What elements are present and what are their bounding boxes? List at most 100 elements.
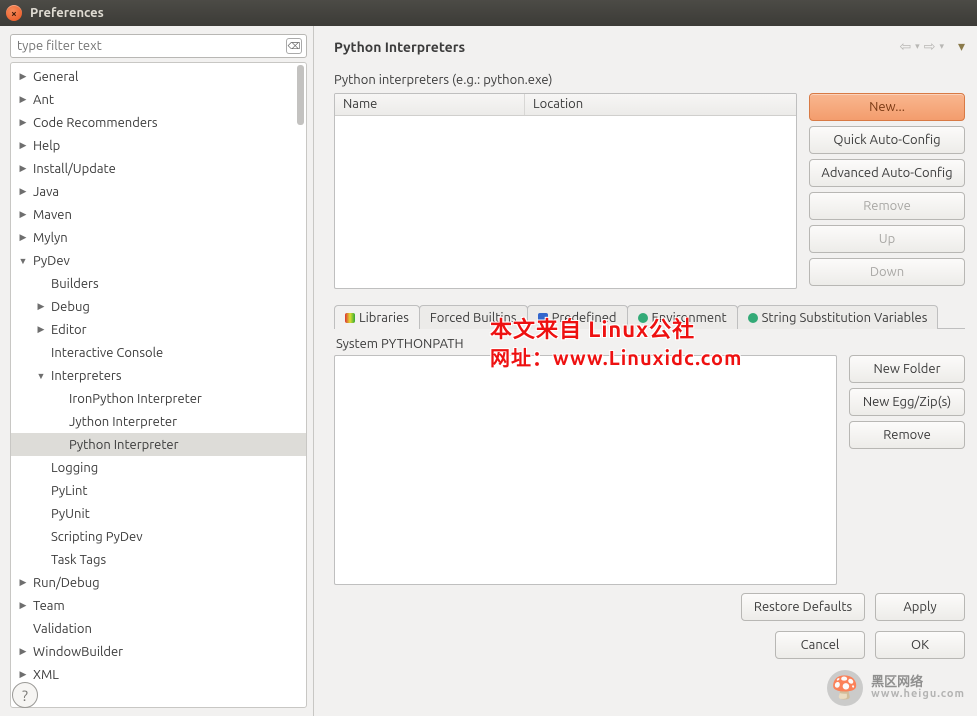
expand-arrow-icon[interactable]: ▶ [17,600,29,611]
expand-arrow-icon[interactable]: ▼ [35,371,47,381]
tab-predefined[interactable]: Predefined [527,305,628,329]
tree-item-label: Mylyn [33,231,68,245]
tree-item-validation[interactable]: Validation [11,617,306,640]
expand-arrow-icon[interactable]: ▶ [17,577,29,588]
expand-arrow-icon[interactable]: ▶ [35,324,47,335]
quick-auto-config-button[interactable]: Quick Auto-Config [809,126,965,154]
tree-item-ant[interactable]: ▶ Ant [11,88,306,111]
expand-arrow-icon[interactable]: ▶ [17,163,29,174]
subtitle-label: Python interpreters (e.g.: python.exe) [334,73,965,87]
remove-path-button[interactable]: Remove [849,421,965,449]
up-button[interactable]: Up [809,225,965,253]
expand-arrow-icon[interactable]: ▶ [17,646,29,657]
back-dropdown-icon[interactable]: ▾ [915,41,920,52]
expand-arrow-icon[interactable]: ▶ [17,209,29,220]
filter-wrap: ⌫ [10,34,307,58]
tree-item-maven[interactable]: ▶Maven [11,203,306,226]
tree-item-xml[interactable]: ▶XML [11,663,306,686]
tree-item-ironpython-interpreter[interactable]: IronPython Interpreter [11,387,306,410]
close-icon[interactable]: × [6,5,22,21]
new-folder-button[interactable]: New Folder [849,355,965,383]
advanced-auto-config-button[interactable]: Advanced Auto-Config [809,159,965,187]
expand-arrow-icon[interactable]: ▶ [17,140,29,151]
environment-icon [638,313,648,323]
tree-item-jython-interpreter[interactable]: Jython Interpreter [11,410,306,433]
filter-input[interactable] [10,34,307,58]
window-title: Preferences [30,6,104,20]
tree-item-team[interactable]: ▶ Team [11,594,306,617]
cancel-button[interactable]: Cancel [775,631,865,659]
tree-item-scripting-pydev[interactable]: Scripting PyDev [11,525,306,548]
tree-item-label: Ant [33,93,54,107]
back-icon[interactable]: ⇦ [899,38,911,55]
expand-arrow-icon[interactable]: ▶ [17,117,29,128]
tree-item-python-interpreter[interactable]: Python Interpreter [11,433,306,456]
pythonpath-list[interactable] [334,355,837,585]
tree-item-label: Debug [51,300,90,314]
expand-arrow-icon[interactable]: ▶ [17,94,29,105]
expand-arrow-icon[interactable]: ▼ [17,256,29,266]
interpreters-table[interactable]: Name Location [334,93,797,289]
scrollbar-handle[interactable] [297,65,304,125]
ok-button[interactable]: OK [875,631,965,659]
tree-item-interpreters[interactable]: ▼Interpreters [11,364,306,387]
expand-arrow-icon[interactable]: ▶ [17,232,29,243]
tree-item-task-tags[interactable]: Task Tags [11,548,306,571]
tree-item-label: Editor [51,323,87,337]
expand-arrow-icon[interactable]: ▶ [17,186,29,197]
tree-item-label: PyUnit [51,507,90,521]
tree-item-help[interactable]: ▶Help [11,134,306,157]
tab-forced-label: Forced Builtins [430,311,517,325]
help-icon[interactable]: ? [12,682,38,708]
tree-item-label: Code Recommenders [33,116,158,130]
apply-button[interactable]: Apply [875,593,965,621]
tab-forced-builtins[interactable]: Forced Builtins [419,305,528,329]
forward-icon[interactable]: ⇨ [924,38,936,55]
tree-item-mylyn[interactable]: ▶ Mylyn [11,226,306,249]
tab-environment[interactable]: Environment [627,305,738,329]
tab-libraries[interactable]: Libraries [334,305,420,329]
tree-item-label: Interactive Console [51,346,163,360]
down-button[interactable]: Down [809,258,965,286]
libraries-icon [345,313,355,323]
tree-item-label: Logging [51,461,98,475]
col-location[interactable]: Location [525,94,796,115]
tab-bar: Libraries Forced Builtins Predefined Env… [334,301,965,329]
tree-item-pydev[interactable]: ▼PyDev [11,249,306,272]
tree-item-label: Jython Interpreter [69,415,177,429]
expand-arrow-icon[interactable]: ▶ [17,669,29,680]
predefined-icon [538,313,548,323]
tree-item-logging[interactable]: Logging [11,456,306,479]
tree-item-editor[interactable]: ▶ Editor [11,318,306,341]
tree-item-label: Install/Update [33,162,116,176]
tree-item-install-update[interactable]: ▶ Install/Update [11,157,306,180]
new-egg-zip-button[interactable]: New Egg/Zip(s) [849,388,965,416]
tree-item-debug[interactable]: ▶ Debug [11,295,306,318]
tree-item-label: Python Interpreter [69,438,179,452]
new-button[interactable]: New... [809,93,965,121]
tree-item-general[interactable]: ▶General [11,65,306,88]
tab-stringsub[interactable]: String Substitution Variables [737,305,939,329]
tree-item-java[interactable]: ▶Java [11,180,306,203]
expand-arrow-icon[interactable]: ▶ [35,301,47,312]
tree-item-builders[interactable]: Builders [11,272,306,295]
forward-dropdown-icon[interactable]: ▾ [939,41,944,52]
main-panel: Python Interpreters ⇦ ▾ ⇨ ▾ ▾ Python int… [314,26,977,716]
page-title: Python Interpreters [334,39,465,55]
clear-icon[interactable]: ⌫ [286,38,302,54]
tree-item-pyunit[interactable]: PyUnit [11,502,306,525]
tree-item-interactive-console[interactable]: Interactive Console [11,341,306,364]
remove-button[interactable]: Remove [809,192,965,220]
tree-item-label: IronPython Interpreter [69,392,202,406]
col-name[interactable]: Name [335,94,525,115]
tree-item-label: Team [33,599,65,613]
tree-item-run-debug[interactable]: ▶ Run/Debug [11,571,306,594]
menu-dropdown-icon[interactable]: ▾ [958,38,965,55]
tree-item-pylint[interactable]: PyLint [11,479,306,502]
preferences-tree[interactable]: ▶General▶Ant▶Code Recommenders▶Help▶Inst… [10,62,307,708]
tree-item-code-recommenders[interactable]: ▶ Code Recommenders [11,111,306,134]
restore-defaults-button[interactable]: Restore Defaults [741,593,865,621]
tree-item-windowbuilder[interactable]: ▶WindowBuilder [11,640,306,663]
expand-arrow-icon[interactable]: ▶ [17,71,29,82]
tree-item-label: Run/Debug [33,576,100,590]
